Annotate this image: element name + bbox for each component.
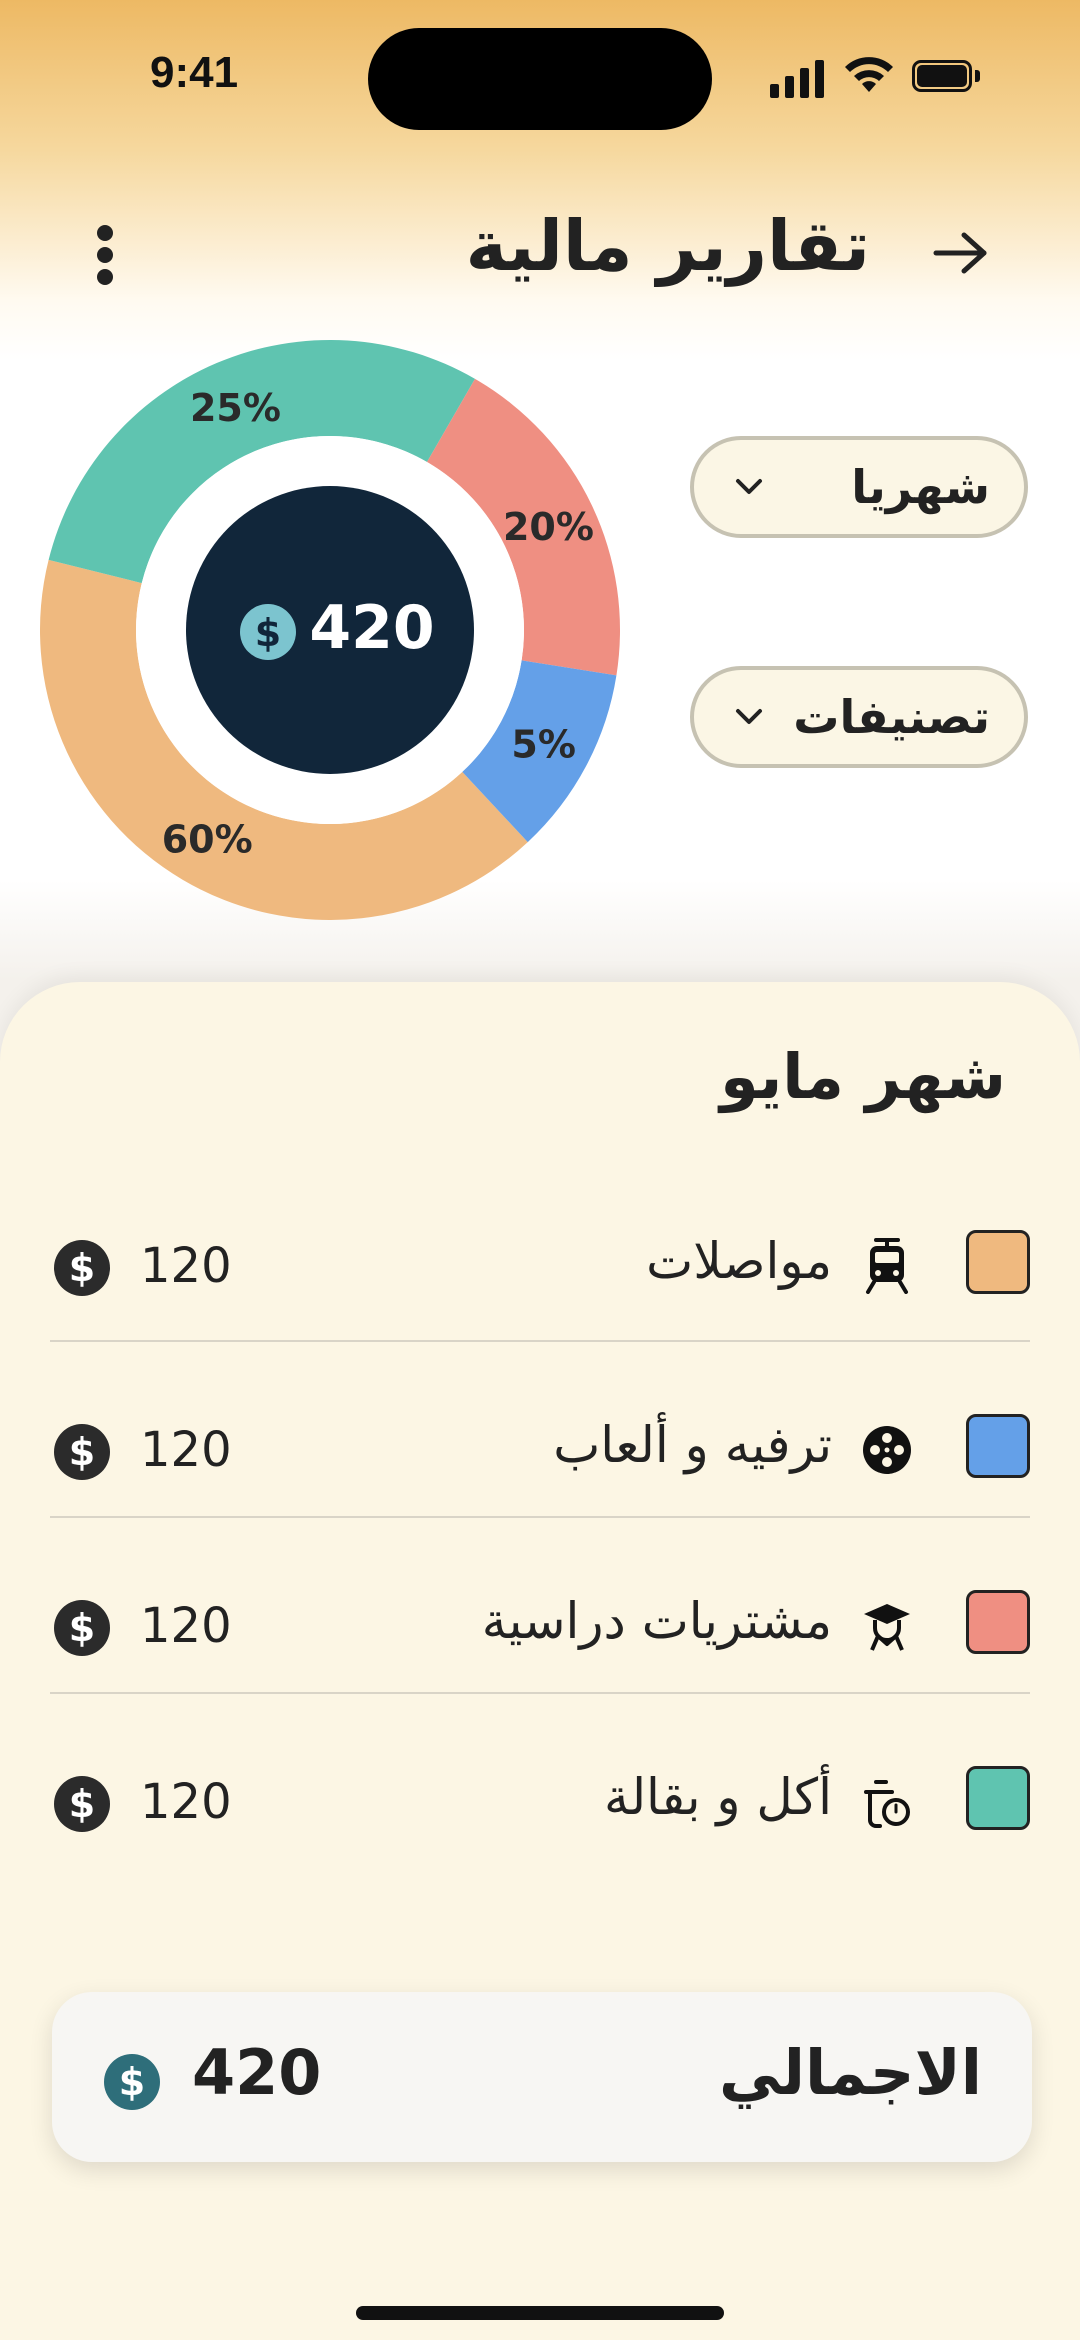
svg-text:$: $ xyxy=(69,1430,95,1474)
chevron-down-icon xyxy=(736,479,762,494)
category-color-swatch xyxy=(966,1230,1030,1294)
svg-text:$: $ xyxy=(69,1606,95,1650)
category-name: مشتريات دراسية xyxy=(481,1592,832,1650)
total-label: الاجمالي xyxy=(719,2036,982,2109)
svg-text:$: $ xyxy=(69,1782,95,1826)
cooking-pot-icon xyxy=(864,1780,910,1828)
graduate-icon xyxy=(864,1604,910,1651)
categories-dropdown-label: تصنيفات xyxy=(793,690,990,744)
svg-text:$: $ xyxy=(119,2060,145,2104)
donut-segment-label: 25% xyxy=(190,386,281,430)
signal-icon xyxy=(770,58,826,98)
list-item[interactable]: أكل و بقالة 120 $ xyxy=(50,1730,1030,1850)
arrow-right-icon[interactable] xyxy=(932,230,990,276)
list-item[interactable]: مواصلات 120 $ xyxy=(50,1194,1030,1314)
category-name: مواصلات xyxy=(646,1232,832,1290)
film-reel-icon xyxy=(863,1426,911,1474)
dynamic-island xyxy=(368,28,712,130)
category-color-swatch xyxy=(966,1590,1030,1654)
dollar-coin-icon: $ xyxy=(54,1240,110,1296)
tram-icon xyxy=(866,1238,908,1294)
home-indicator[interactable] xyxy=(356,2306,724,2320)
dollar-coin-icon: $ xyxy=(54,1424,110,1480)
divider xyxy=(50,1340,1030,1342)
period-dropdown-label: شهريا xyxy=(851,460,990,514)
divider xyxy=(50,1692,1030,1694)
category-amount: 120 xyxy=(140,1422,232,1478)
category-color-swatch xyxy=(966,1766,1030,1830)
donut-segment-label: 20% xyxy=(503,505,594,549)
dollar-coin-icon: $ xyxy=(240,604,296,660)
donut-segment-label: 60% xyxy=(162,818,253,862)
dollar-coin-icon: $ xyxy=(54,1776,110,1832)
category-name: ترفيه و ألعاب xyxy=(553,1416,832,1474)
category-amount: 120 xyxy=(140,1774,232,1830)
more-vertical-icon[interactable] xyxy=(92,225,118,287)
donut-center-amount: 420 xyxy=(309,593,434,663)
category-color-swatch xyxy=(966,1414,1030,1478)
status-time: 9:41 xyxy=(150,48,239,97)
chevron-down-icon xyxy=(736,709,762,724)
wifi-icon xyxy=(845,57,893,92)
dollar-coin-icon: $ xyxy=(104,2054,160,2110)
category-name: أكل و بقالة xyxy=(604,1768,832,1826)
total-amount: 420 xyxy=(192,2036,322,2109)
category-amount: 120 xyxy=(140,1598,232,1654)
page-title: تقارير مالية xyxy=(465,205,870,287)
donut-chart: $ 420 60% 25% 20% 5% xyxy=(40,340,620,920)
donut-segment-label: 5% xyxy=(511,723,576,767)
month-title: شهر مايو xyxy=(720,1040,1006,1113)
divider xyxy=(50,1516,1030,1518)
period-dropdown[interactable]: شهريا xyxy=(690,436,1028,538)
total-card: الاجمالي 420 $ xyxy=(52,1992,1032,2162)
categories-dropdown[interactable]: تصنيفات xyxy=(690,666,1028,768)
battery-icon xyxy=(912,60,982,94)
list-item[interactable]: مشتريات دراسية 120 $ xyxy=(50,1554,1030,1674)
svg-text:$: $ xyxy=(69,1246,95,1290)
dollar-coin-icon: $ xyxy=(54,1600,110,1656)
svg-text:$: $ xyxy=(255,611,281,655)
category-amount: 120 xyxy=(140,1238,232,1294)
screen: 9:41 تقارير مالية $ 420 60% 25% 20% 5% ش… xyxy=(0,0,1080,2340)
list-item[interactable]: ترفيه و ألعاب 120 $ xyxy=(50,1378,1030,1498)
